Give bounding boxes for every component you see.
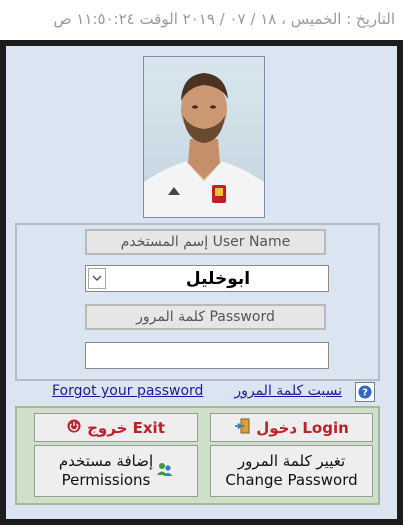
username-combobox[interactable]: ابوخليل: [85, 265, 329, 292]
user-photo-image: [144, 57, 264, 217]
door-exit-icon: [234, 418, 250, 438]
login-button[interactable]: دخول Login: [210, 413, 373, 442]
password-field[interactable]: [85, 342, 329, 369]
credentials-group: إسم المستخدم User Name ابوخليل كلمة المر…: [15, 223, 380, 381]
change-password-label-ar: تغيير كلمة المرور: [237, 452, 346, 470]
power-icon: [67, 419, 81, 437]
svg-text:?: ?: [362, 388, 368, 399]
forgot-password-link-en[interactable]: Forgot your password: [52, 383, 203, 399]
permissions-label-ar: إضافة مستخدم: [58, 452, 154, 470]
login-label: دخول Login: [256, 418, 349, 437]
action-buttons-panel: دخول Login خروج Exit تغيير كلمة المرور C…: [15, 406, 380, 505]
password-label: كلمة المرور Password: [85, 304, 326, 330]
permissions-label-en: Permissions: [61, 471, 151, 489]
exit-label: خروج Exit: [87, 418, 165, 437]
exit-button[interactable]: خروج Exit: [34, 413, 198, 442]
forgot-password-link-ar[interactable]: نسيت كلمة المرور: [234, 383, 342, 399]
username-label: إسم المستخدم User Name: [85, 229, 326, 255]
help-icon[interactable]: ?: [355, 382, 375, 402]
date-time-label: التاريخ : الخميس ، ١٨ / ٠٧ / ٢٠١٩ الوقت …: [53, 10, 395, 28]
user-photo: [143, 56, 265, 218]
chevron-down-icon[interactable]: [88, 268, 106, 289]
change-password-label-en: Change Password: [225, 471, 358, 489]
login-window: إسم المستخدم User Name ابوخليل كلمة المر…: [0, 40, 403, 525]
title-bar: التاريخ : الخميس ، ١٨ / ٠٧ / ٢٠١٩ الوقت …: [0, 0, 403, 40]
permissions-button[interactable]: إضافة مستخدم Permissions: [34, 445, 198, 497]
permissions-text: إضافة مستخدم Permissions: [59, 452, 153, 490]
login-panel: إسم المستخدم User Name ابوخليل كلمة المر…: [6, 46, 397, 519]
users-icon: [157, 461, 173, 481]
forgot-password-row: Forgot your password نسيت كلمة المرور: [52, 383, 342, 403]
username-value: ابوخليل: [185, 268, 251, 289]
change-password-button[interactable]: تغيير كلمة المرور Change Password: [210, 445, 373, 497]
